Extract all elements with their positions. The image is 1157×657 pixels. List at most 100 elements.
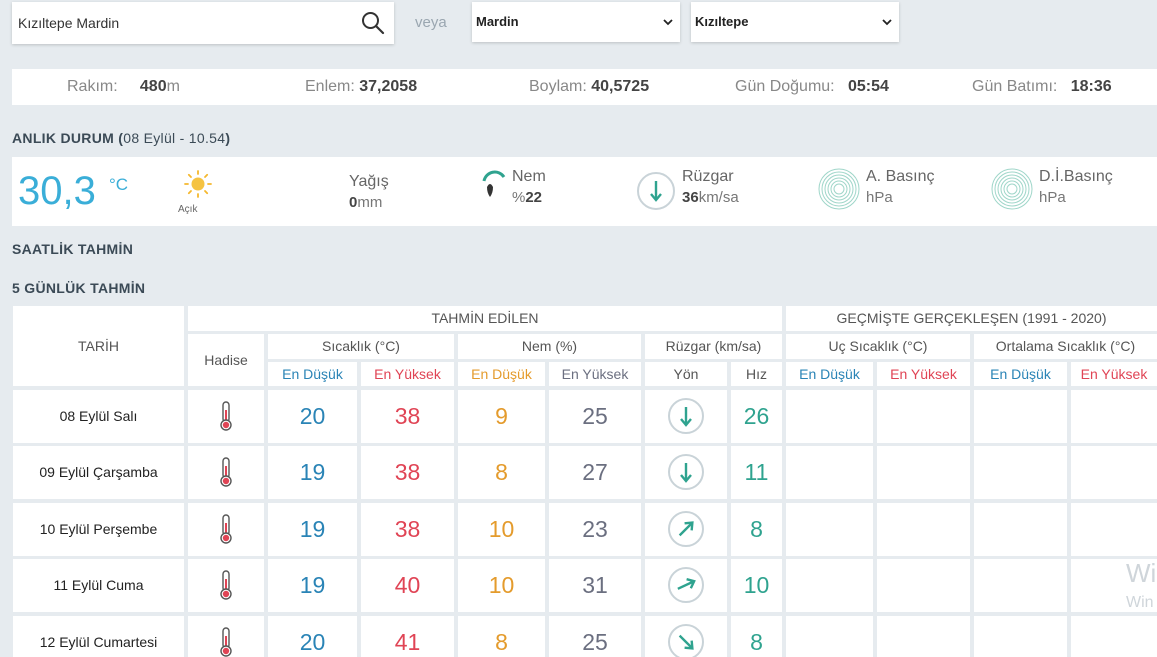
extreme-low-header: En Düşük	[786, 362, 873, 386]
event-header: Hadise	[188, 334, 264, 386]
row-temp-high: 40	[361, 559, 454, 612]
pressure-unit: hPa	[866, 189, 893, 206]
row-humidity-high: 27	[549, 446, 641, 499]
row-temp-high: 41	[361, 616, 454, 657]
current-title: ANLIK DURUM (08 Eylül - 10.54)	[12, 130, 230, 146]
row-average-low	[974, 616, 1067, 657]
rain-unit: mm	[357, 194, 383, 211]
row-wind-direction	[645, 446, 727, 499]
row-humidity-low: 8	[458, 446, 545, 499]
row-extreme-low	[786, 503, 873, 556]
row-wind-speed: 11	[731, 446, 782, 499]
hourly-forecast-title[interactable]: SAATLİK TAHMİN	[12, 241, 133, 257]
location-info-bar: Rakım: 480m Enlem: 37,2058 Boylam: 40,57…	[12, 69, 1157, 105]
temp-high-header: En Yüksek	[361, 362, 454, 386]
chevron-down-icon	[663, 19, 673, 26]
chevron-down-icon	[882, 19, 892, 26]
wind-arrow-icon	[668, 398, 704, 434]
latitude-label: Enlem:	[305, 78, 355, 95]
row-average-low	[974, 390, 1067, 443]
row-extreme-high	[877, 446, 970, 499]
sunrise: Gün Doğumu: 05:54	[735, 78, 889, 96]
sunset-value: 18:36	[1070, 78, 1112, 95]
humidity-label: Nem	[512, 168, 546, 185]
current-title-text: ANLIK DURUM	[12, 130, 115, 146]
row-event	[188, 559, 264, 612]
humidity-amount: 22	[525, 189, 543, 206]
wind-arrow-icon	[668, 567, 704, 603]
row-temp-low: 19	[268, 559, 357, 612]
forecast-header: TAHMİN EDİLEN	[188, 306, 782, 331]
row-humidity-high: 23	[549, 503, 641, 556]
humidity-value: %22	[512, 189, 542, 206]
row-humidity-low: 9	[458, 390, 545, 443]
pressure-icon	[818, 168, 860, 210]
row-average-low	[974, 503, 1067, 556]
sea-pressure-unit: hPa	[1039, 189, 1066, 206]
row-wind-speed: 8	[731, 503, 782, 556]
humidity-prefix: %	[512, 189, 526, 206]
temperature-unit: °C	[109, 175, 129, 194]
row-temp-high: 38	[361, 503, 454, 556]
row-extreme-high	[877, 616, 970, 657]
row-average-high	[1071, 616, 1157, 657]
row-event	[188, 446, 264, 499]
row-temp-low: 19	[268, 446, 357, 499]
row-extreme-low	[786, 616, 873, 657]
daily-forecast-title: 5 GÜNLÜK TAHMİN	[12, 280, 146, 296]
row-humidity-low: 8	[458, 616, 545, 657]
district-select[interactable]: Kızıltepe	[691, 2, 899, 42]
row-wind-direction	[645, 559, 727, 612]
sea-pressure-icon	[991, 168, 1033, 210]
thermometer-icon	[220, 570, 232, 600]
or-label: veya	[415, 14, 447, 31]
row-event	[188, 616, 264, 657]
pressure-label: A. Basınç	[866, 168, 935, 185]
row-extreme-high	[877, 559, 970, 612]
search-icon[interactable]	[360, 10, 386, 36]
extreme-high-header: En Yüksek	[877, 362, 970, 386]
row-date: 11 Eylül Cuma	[13, 559, 184, 612]
row-humidity-high: 25	[549, 616, 641, 657]
row-humidity-high: 25	[549, 390, 641, 443]
current-temperature: 30,3	[18, 169, 96, 213]
search-input[interactable]	[12, 2, 352, 44]
row-humidity-low: 10	[458, 503, 545, 556]
row-wind-direction	[645, 616, 727, 657]
humidity-high-header: En Yüksek	[549, 362, 641, 386]
watermark: Wi	[1126, 558, 1157, 588]
row-temp-high: 38	[361, 390, 454, 443]
wind-speed-header: Hız	[731, 362, 782, 386]
altitude: Rakım: 480m	[67, 78, 180, 96]
sea-pressure-label: D.İ.Basınç	[1039, 168, 1113, 185]
latitude: Enlem: 37,2058	[305, 78, 417, 96]
average-low-header: En Düşük	[974, 362, 1067, 386]
row-temp-low: 20	[268, 390, 357, 443]
row-average-low	[974, 446, 1067, 499]
altitude-unit: m	[166, 78, 180, 95]
current-time: 08 Eylül - 10.54	[123, 130, 226, 146]
condition-label: Açık	[178, 204, 198, 215]
row-event	[188, 390, 264, 443]
row-temp-low: 19	[268, 503, 357, 556]
humidity-header: Nem (%)	[458, 334, 641, 359]
longitude-value: 40,5725	[591, 78, 650, 95]
sunset-label: Gün Batımı:	[972, 78, 1058, 95]
row-extreme-low	[786, 559, 873, 612]
row-date: 10 Eylül Perşembe	[13, 503, 184, 556]
wind-arrow-icon	[668, 624, 704, 657]
row-humidity-low: 10	[458, 559, 545, 612]
watermark-line-2: Win	[1126, 594, 1154, 611]
rain-value: 0mm	[349, 194, 382, 211]
row-extreme-high	[877, 503, 970, 556]
city-select-value: Mardin	[476, 14, 519, 29]
row-wind-direction	[645, 503, 727, 556]
row-average-high	[1071, 446, 1157, 499]
row-wind-speed: 26	[731, 390, 782, 443]
row-average-high	[1071, 390, 1157, 443]
row-wind-direction	[645, 390, 727, 443]
city-select[interactable]: Mardin	[472, 2, 680, 42]
row-date: 12 Eylül Cumartesi	[13, 616, 184, 657]
thermometer-icon	[220, 627, 232, 657]
latitude-value: 37,2058	[359, 78, 418, 95]
